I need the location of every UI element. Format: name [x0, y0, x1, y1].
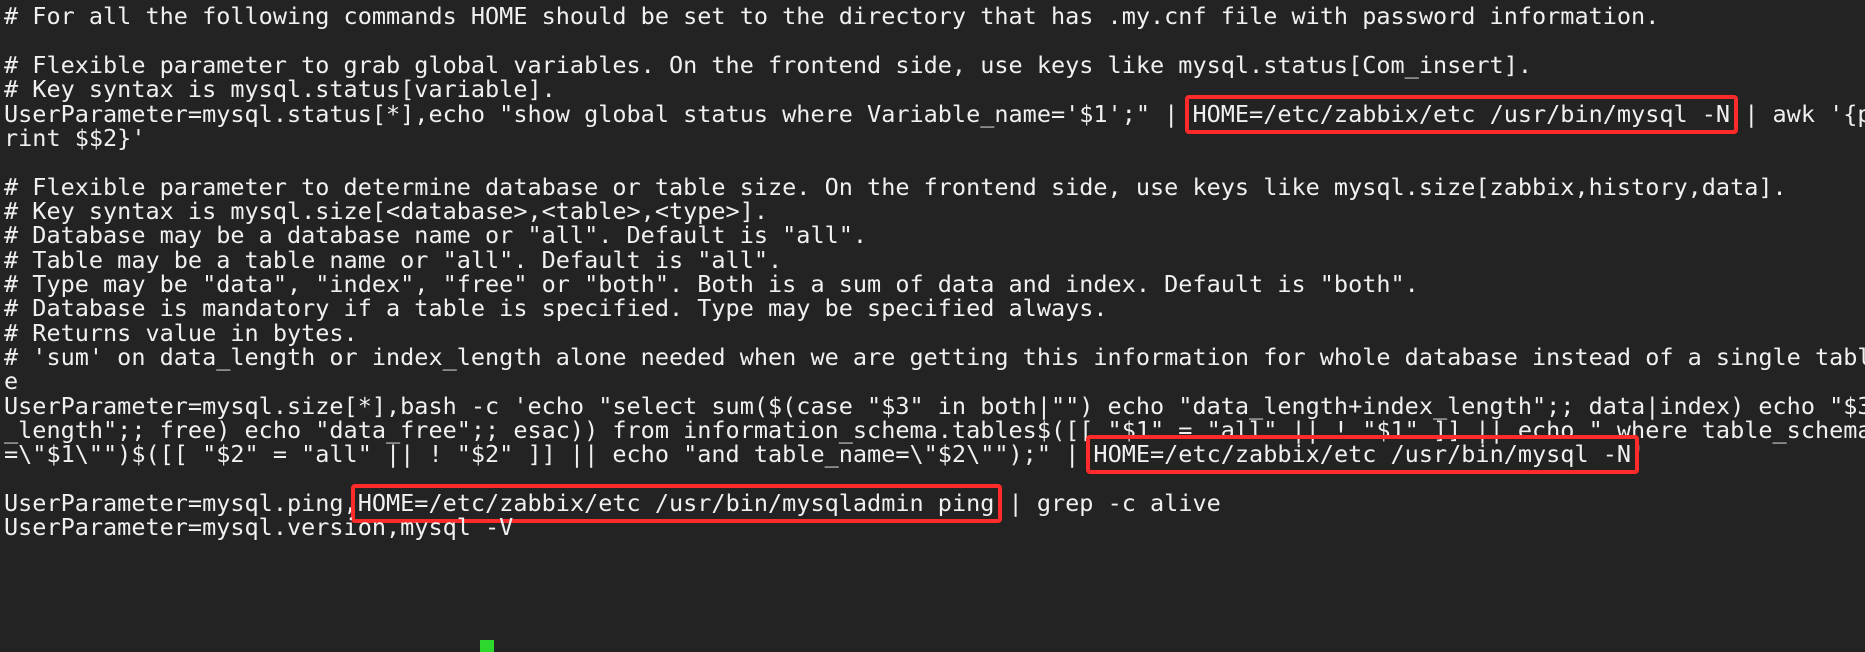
terminal-window[interactable]: # For all the following commands HOME sh…	[0, 0, 1865, 652]
terminal-cursor	[480, 640, 494, 652]
terminal-line: # For all the following commands HOME sh…	[4, 2, 1660, 30]
terminal-line: UserParameter=mysql.status[*],echo "show…	[4, 100, 1865, 128]
terminal-line: # 'sum' on data_length or index_length a…	[4, 343, 1865, 371]
terminal-line: rint $$2}'	[4, 124, 146, 152]
terminal-line: =\"$1\"")$([[ "$2" = "all" || ! "$2" ]] …	[4, 440, 1646, 468]
highlight-box: HOME=/etc/zabbix/etc /usr/bin/mysql -N	[1192, 100, 1731, 128]
highlight-box: HOME=/etc/zabbix/etc /usr/bin/mysql -N	[1093, 440, 1632, 468]
terminal-line: UserParameter=mysql.version,mysql -V	[4, 513, 514, 541]
